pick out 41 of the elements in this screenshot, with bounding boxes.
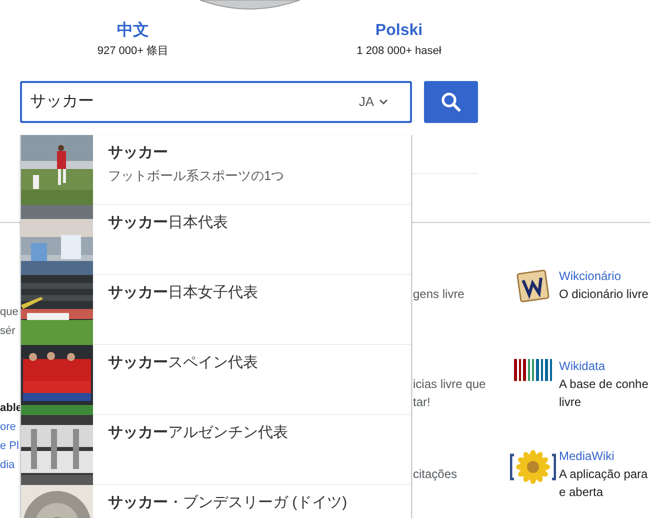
project-description: A aplicação para: [559, 466, 648, 483]
description-fragment: gens livre: [413, 286, 466, 303]
chevron-down-icon: [379, 99, 388, 105]
sunflower-icon: [510, 449, 556, 485]
suggestion-title: サッカーアルゼンチン代表: [108, 423, 288, 443]
link[interactable]: dia: [0, 456, 20, 475]
article-count: 1 208 000+ haseł: [356, 44, 442, 58]
project-description: e aberta: [559, 484, 604, 501]
language-link[interactable]: Polski: [375, 22, 423, 40]
search-button[interactable]: [424, 81, 478, 123]
suggestion-title: サッカー: [108, 143, 169, 163]
suggestion-description: フットボール系スポーツの1つ: [108, 167, 284, 185]
description-fragment: icias livre que: [413, 376, 487, 393]
language-selector[interactable]: JA: [358, 92, 388, 112]
project-link[interactable]: MediaWiki: [559, 447, 648, 465]
suggestion-item[interactable]: サッカー・ブンデスリーガ (ドイツ): [21, 485, 411, 518]
suggestion-title: サッカー・ブンデスリーガ (ドイツ): [108, 493, 348, 513]
suggestion-title: サッカー日本代表: [108, 213, 228, 233]
article-count: 927 000+ 條目: [97, 44, 169, 58]
project-description: O dicionário livre: [559, 286, 648, 303]
suggestion-item[interactable]: サッカー フットボール系スポーツの1つ: [21, 135, 411, 205]
suggestion-item[interactable]: サッカー日本代表: [21, 205, 411, 275]
suggestion-title: サッカー日本女子代表: [108, 283, 258, 303]
suggestion-title: サッカースペイン代表: [108, 353, 258, 373]
project-link[interactable]: Wikcionário: [559, 267, 648, 285]
link[interactable]: ore: [0, 418, 20, 437]
project-description: A base de conhe: [559, 376, 648, 393]
description-fragment: tar!: [413, 394, 432, 411]
text-fragment: sér: [0, 324, 16, 339]
project-description: livre: [559, 394, 582, 411]
description-fragment: citações: [413, 466, 458, 483]
suggestion-item[interactable]: サッカースペイン代表: [21, 345, 411, 415]
search-field[interactable]: サッカー JA: [20, 81, 412, 123]
link[interactable]: e Pl: [0, 437, 20, 456]
language-link[interactable]: 中文: [117, 22, 149, 40]
text-fragment: que: [0, 305, 20, 320]
barcode-icon: [514, 359, 552, 381]
letter-tile-icon: [516, 269, 550, 303]
suggestion-item[interactable]: サッカー日本女子代表: [21, 275, 411, 345]
project-link[interactable]: Wikidata: [559, 357, 648, 375]
search-icon: [441, 92, 461, 112]
